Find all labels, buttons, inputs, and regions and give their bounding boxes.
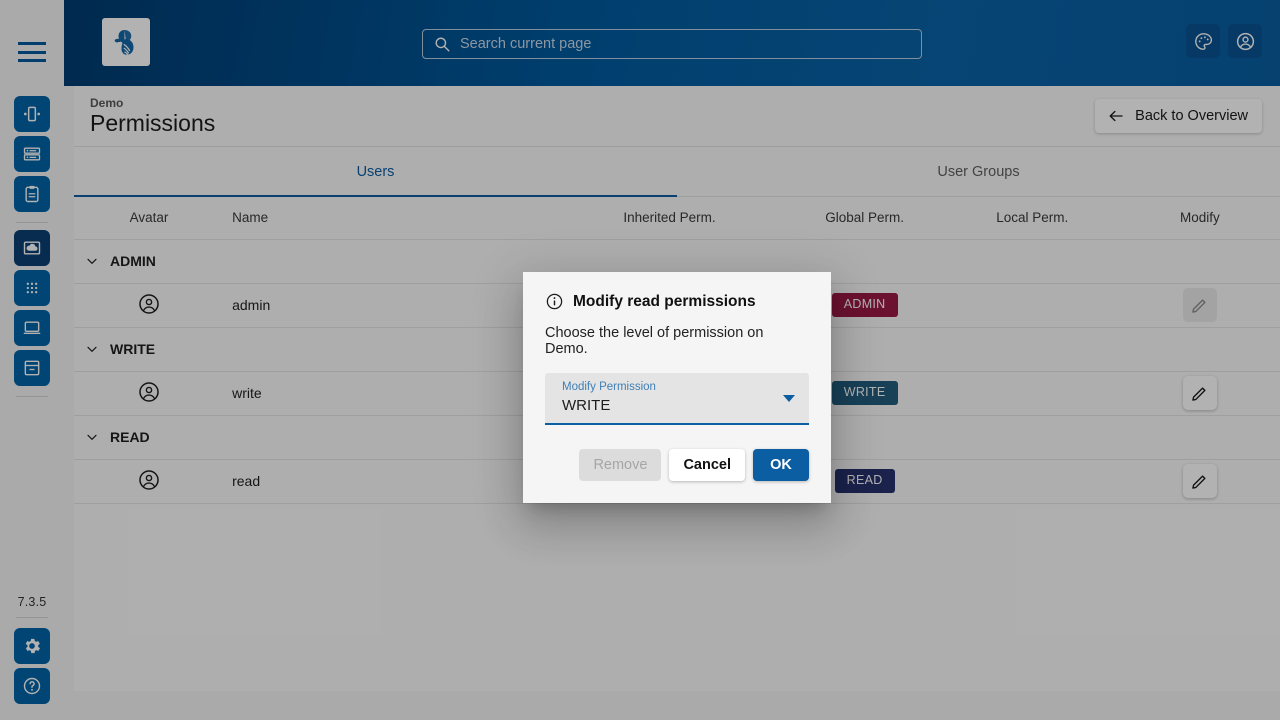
chevron-down-icon[interactable] [783, 395, 795, 402]
ok-button[interactable]: OK [753, 449, 809, 481]
dialog-title-row: Modify read permissions [523, 272, 831, 311]
modify-permission-label: Modify Permission [562, 381, 656, 393]
dialog-title: Modify read permissions [573, 292, 756, 310]
modify-permissions-dialog: Modify read permissions Choose the level… [523, 272, 831, 503]
dialog-actions: Remove Cancel OK [523, 425, 831, 503]
dialog-body-text: Choose the level of permission on Demo. [545, 325, 764, 357]
info-circle-icon [546, 293, 563, 310]
cancel-button[interactable]: Cancel [669, 449, 745, 481]
modify-permission-value: WRITE [562, 397, 611, 414]
remove-button: Remove [579, 449, 662, 481]
modify-permission-select[interactable]: Modify Permission WRITE [545, 373, 809, 425]
app-root: 7.3.5 Search current page Demo Permissio… [0, 0, 1280, 720]
